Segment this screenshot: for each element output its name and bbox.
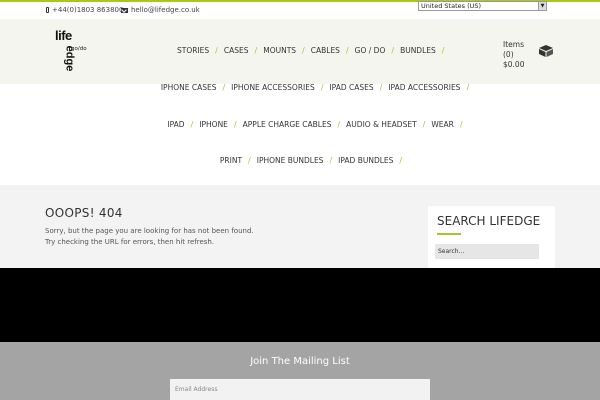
subnav-item-iphone-bundles[interactable]: IPHONE BUNDLES [257, 156, 324, 165]
phone-number: +44(0)1803 863800 [52, 6, 124, 14]
nav-divider: / [379, 83, 383, 92]
main-nav: STORIES / CASES / MOUNTS / CABLES / GO /… [177, 46, 450, 55]
nav-divider: / [337, 120, 341, 129]
search-widget: SEARCH LIFEDGE Search... [428, 206, 555, 268]
chevron-down-icon[interactable]: ▼ [538, 2, 546, 10]
subnav-item-ipad[interactable]: IPAD [167, 120, 184, 129]
mailing-list-footer: Join The Mailing List Email Address [0, 342, 600, 400]
nav-divider: / [190, 120, 194, 129]
error-message-line-2: Try checking the URL for errors, then hi… [45, 238, 215, 246]
subnav-item-wear[interactable]: WEAR [431, 120, 454, 129]
error-title: OOOPS! 404 [45, 206, 123, 220]
phone-icon [46, 7, 49, 13]
site-logo[interactable]: life edge go/do [55, 28, 103, 74]
error-message: Sorry, but the page you are looking for … [45, 226, 254, 248]
cart-label: Items [503, 40, 524, 49]
nav-item-mounts[interactable]: MOUNTS [263, 46, 296, 55]
box-icon[interactable] [538, 44, 554, 58]
error-message-line-1: Sorry, but the page you are looking for … [45, 227, 254, 235]
nav-divider: / [459, 120, 463, 129]
phone-contact[interactable]: +44(0)1803 863800 [46, 6, 123, 14]
search-input[interactable]: Search... [435, 244, 539, 259]
email-field[interactable]: Email Address [170, 379, 430, 400]
site-header: life edge go/do STORIES / CASES / MOUNTS… [0, 19, 600, 84]
subnav-item-iphone-cases[interactable]: IPHONE CASES [161, 83, 217, 92]
cart-summary[interactable]: Items (0) $0.00 [503, 40, 524, 70]
envelope-icon [121, 7, 128, 13]
nav-divider: / [345, 46, 349, 55]
subnav-item-apple-charge-cables[interactable]: APPLE CHARGE CABLES [243, 120, 332, 129]
logo-text-side: edge [63, 45, 76, 72]
search-widget-title: SEARCH LIFEDGE [437, 214, 541, 228]
nav-divider: / [215, 46, 218, 55]
nav-divider: / [399, 156, 403, 165]
nav-item-stories[interactable]: STORIES [177, 46, 209, 55]
nav-divider: / [254, 46, 258, 55]
nav-divider: / [233, 120, 237, 129]
mailing-list-title: Join The Mailing List [250, 356, 350, 367]
title-underline [437, 233, 461, 235]
nav-divider: / [391, 46, 395, 55]
nav-item-go-do[interactable]: GO / DO [355, 46, 386, 55]
nav-divider: / [329, 156, 333, 165]
subnav-item-ipad-bundles[interactable]: IPAD BUNDLES [338, 156, 393, 165]
email-contact[interactable]: hello@lifedge.co.uk [121, 6, 200, 14]
country-selected-value: United States (US) [421, 2, 482, 10]
nav-item-cases[interactable]: CASES [224, 46, 249, 55]
nav-divider: / [441, 46, 445, 55]
black-banner [0, 268, 600, 342]
subnav-item-print[interactable]: PRINT [220, 156, 242, 165]
nav-divider: / [248, 156, 251, 165]
nav-divider: / [320, 83, 324, 92]
subnav-item-iphone[interactable]: IPHONE [199, 120, 228, 129]
cart-total: $0.00 [503, 60, 525, 69]
sub-nav-row-3: PRINT / IPHONE BUNDLES / IPAD BUNDLES / [14, 156, 600, 165]
error-content: OOOPS! 404 Sorry, but the page you are l… [0, 185, 600, 268]
nav-item-cables[interactable]: CABLES [311, 46, 340, 55]
logo-text-top: life [55, 28, 72, 43]
subnav-item-ipad-cases[interactable]: IPAD CASES [329, 83, 373, 92]
nav-divider: / [466, 83, 470, 92]
country-select[interactable]: United States (US) ▼ [418, 1, 547, 11]
nav-divider: / [422, 120, 426, 129]
sub-nav-row-2: IPAD / IPHONE / APPLE CHARGE CABLES / AU… [18, 120, 600, 129]
nav-item-bundles[interactable]: BUNDLES [400, 46, 436, 55]
subnav-item-audio-headset[interactable]: AUDIO & HEADSET [346, 120, 417, 129]
subnav-item-iphone-accessories[interactable]: IPHONE ACCESSORIES [231, 83, 315, 92]
logo-tagline: go/do [71, 46, 87, 52]
subnav-item-ipad-accessories[interactable]: IPAD ACCESSORIES [388, 83, 460, 92]
cart-count: (0) [503, 50, 514, 59]
nav-divider: / [302, 46, 305, 55]
email-address: hello@lifedge.co.uk [131, 6, 200, 14]
sub-nav-row-1: IPHONE CASES / IPHONE ACCESSORIES / IPAD… [18, 83, 600, 92]
nav-divider: / [222, 83, 226, 92]
